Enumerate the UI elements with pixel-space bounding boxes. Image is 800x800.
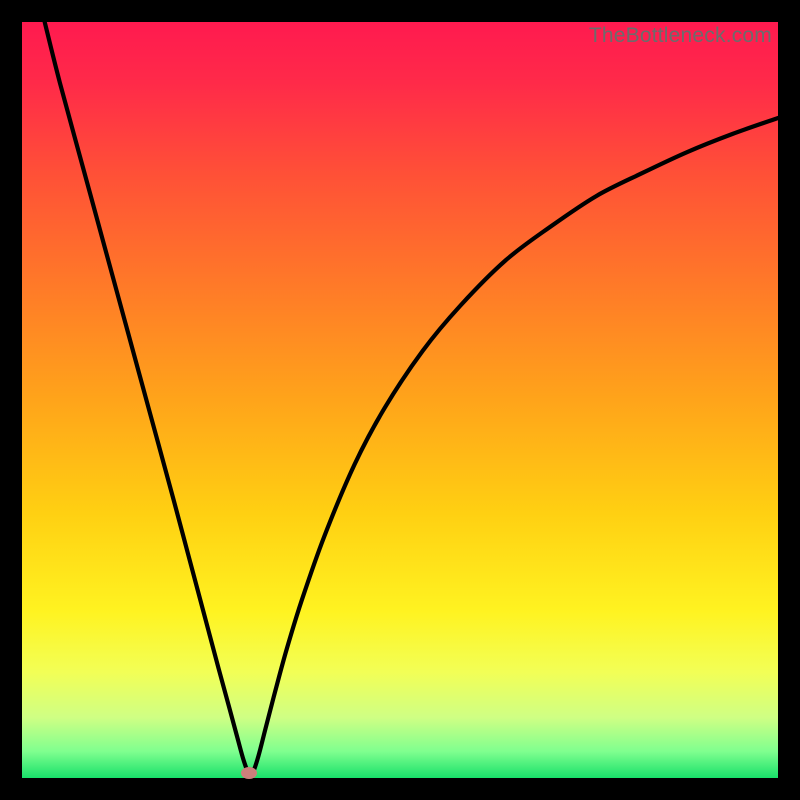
bottleneck-curve-plot	[22, 22, 778, 778]
minimum-marker	[241, 767, 257, 779]
attribution-label: TheBottleneck.com	[589, 24, 772, 48]
chart-frame: TheBottleneck.com	[22, 22, 778, 778]
gradient-background	[22, 22, 778, 778]
